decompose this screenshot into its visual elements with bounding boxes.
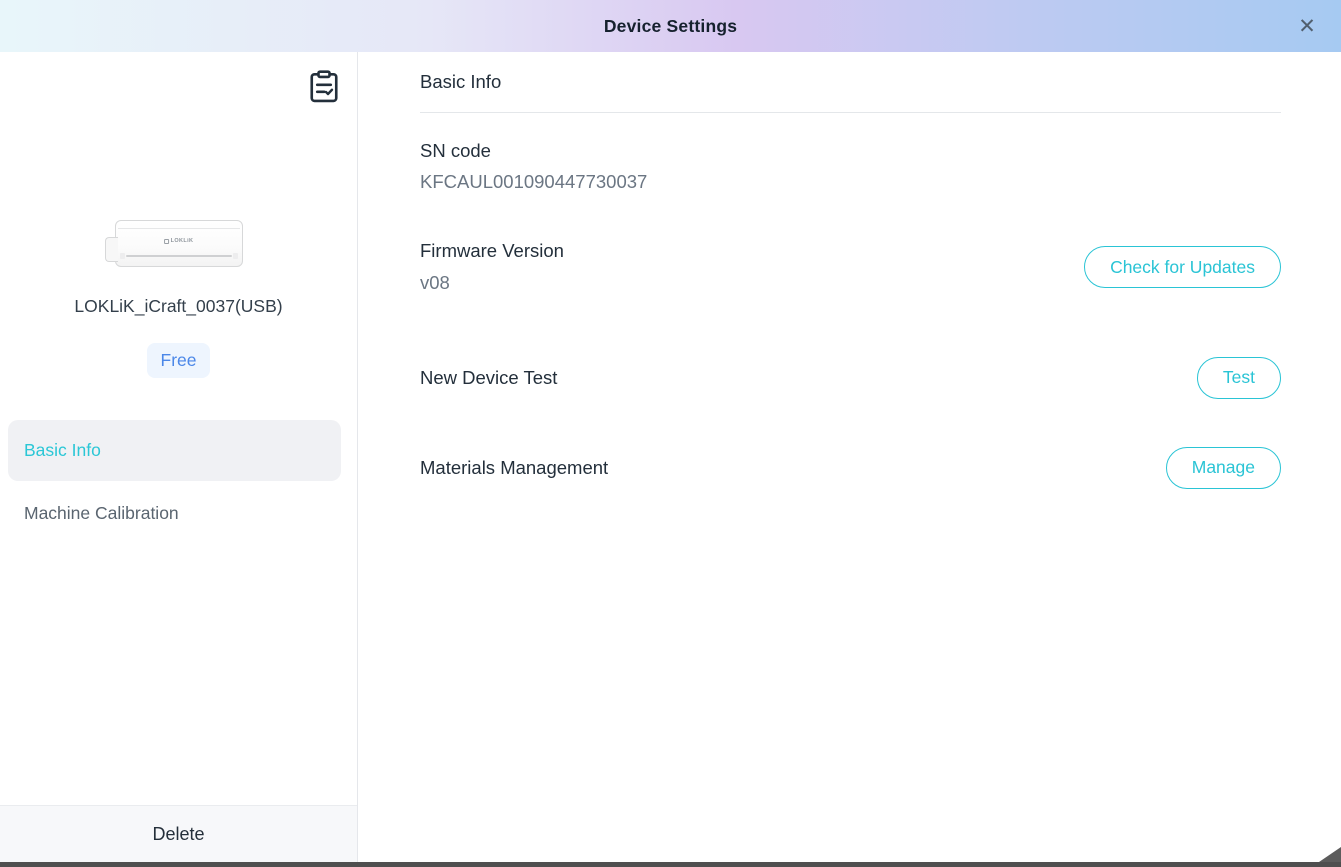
section-divider [420, 112, 1281, 113]
sn-code-row: SN code KFCAUL001090447730037 [420, 140, 1281, 193]
nav-item-label: Machine Calibration [24, 503, 179, 524]
device-summary: LOKLiK LOKLiK_iCraft_0037(USB) Free [0, 220, 357, 378]
device-logo-mark [164, 239, 169, 244]
sn-code-value: KFCAUL001090447730037 [420, 171, 647, 193]
nav-item-basic-info[interactable]: Basic Info [8, 420, 341, 481]
settings-nav: Basic Info Machine Calibration [8, 420, 341, 544]
device-image-tab [105, 237, 118, 262]
device-image-logo: LOKLiK [164, 238, 194, 244]
new-device-test-label: New Device Test [420, 367, 557, 389]
window-bottom-edge [0, 862, 1341, 867]
materials-management-row: Materials Management Manage [420, 447, 1281, 489]
dialog-title: Device Settings [604, 16, 737, 37]
device-report-icon[interactable] [307, 68, 341, 104]
device-image: LOKLiK [115, 220, 243, 267]
device-name: LOKLiK_iCraft_0037(USB) [74, 296, 282, 317]
status-badge: Free [147, 343, 211, 378]
close-icon[interactable]: ✕ [1293, 12, 1321, 40]
device-sidebar: LOKLiK LOKLiK_iCraft_0037(USB) Free Basi… [0, 52, 358, 862]
window-resize-handle[interactable] [1319, 847, 1341, 862]
section-title: Basic Info [420, 71, 1281, 93]
check-for-updates-button[interactable]: Check for Updates [1084, 246, 1281, 288]
delete-label: Delete [152, 824, 204, 845]
firmware-version-row: Firmware Version v08 Check for Updates [420, 240, 1281, 293]
dialog-header: Device Settings ✕ [0, 0, 1341, 52]
manage-button[interactable]: Manage [1166, 447, 1281, 489]
new-device-test-row: New Device Test Test [420, 357, 1281, 399]
delete-device-button[interactable]: Delete [0, 805, 357, 862]
sn-code-label: SN code [420, 140, 647, 162]
test-button[interactable]: Test [1197, 357, 1281, 399]
device-logo-text: LOKLiK [171, 238, 194, 244]
nav-item-label: Basic Info [24, 440, 101, 461]
device-image-seam [118, 228, 240, 229]
nav-item-machine-calibration[interactable]: Machine Calibration [8, 483, 341, 544]
clipboard-check-icon [309, 70, 339, 103]
device-image-slot [126, 255, 232, 257]
firmware-version-label: Firmware Version [420, 240, 564, 262]
basic-info-panel: Basic Info SN code KFCAUL001090447730037… [359, 52, 1341, 862]
materials-management-label: Materials Management [420, 457, 608, 479]
firmware-version-value: v08 [420, 272, 564, 294]
